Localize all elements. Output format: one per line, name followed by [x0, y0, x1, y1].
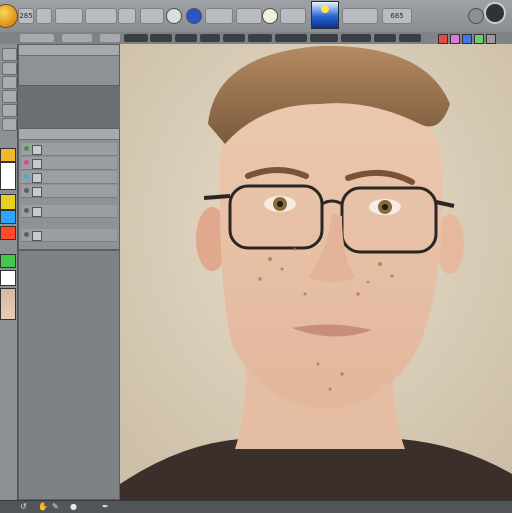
brush-tool-icon[interactable]: [2, 104, 17, 117]
canvas[interactable]: [120, 44, 512, 500]
option-6[interactable]: [175, 34, 197, 42]
option-3[interactable]: [100, 34, 120, 42]
option-13[interactable]: [374, 34, 396, 42]
move-tool-icon[interactable]: [2, 48, 17, 61]
tool-strip: [0, 44, 18, 500]
crop-tool-icon[interactable]: [2, 90, 17, 103]
swatch-cyan[interactable]: [0, 210, 16, 224]
color-chip-pink[interactable]: [450, 34, 460, 44]
option-1[interactable]: [20, 34, 54, 42]
menu-item-9[interactable]: [280, 8, 306, 24]
option-2[interactable]: [62, 34, 92, 42]
layer-row[interactable]: [21, 157, 117, 170]
layer-row[interactable]: [21, 171, 117, 184]
layer-thumbnail: [32, 231, 42, 241]
document-thumbnail[interactable]: [0, 288, 16, 320]
properties-panel-title: [19, 45, 119, 56]
visibility-icon[interactable]: [24, 174, 29, 179]
bulb-icon: [321, 5, 329, 13]
eyedropper-icon[interactable]: ●: [70, 503, 77, 511]
menu-item-1[interactable]: 285: [18, 8, 34, 24]
menu-item-11[interactable]: 685: [382, 8, 412, 24]
option-12[interactable]: [341, 34, 371, 42]
brush-icon[interactable]: ✎: [52, 503, 59, 511]
layer-thumbnail: [32, 207, 42, 217]
foreground-color-swatch[interactable]: [0, 148, 16, 162]
layer-row[interactable]: [21, 143, 117, 156]
status-bar: ↺ ✋ ✎ ● ✒: [0, 500, 512, 513]
active-color-swatch[interactable]: [311, 1, 339, 29]
properties-panel: [18, 44, 120, 86]
eye-icon[interactable]: [262, 8, 278, 24]
menu-item-6[interactable]: [140, 8, 164, 24]
pen-icon[interactable]: ✒: [102, 503, 109, 511]
layers-panel-title: [19, 129, 119, 140]
background-color-swatch[interactable]: [0, 162, 16, 190]
user-avatar-icon[interactable]: [484, 2, 506, 24]
color-chip-gray[interactable]: [486, 34, 496, 44]
menu-item-5[interactable]: [118, 8, 136, 24]
visibility-icon[interactable]: [24, 146, 29, 151]
layer-row[interactable]: [21, 185, 117, 198]
color-chip-green[interactable]: [474, 34, 484, 44]
option-11[interactable]: [310, 34, 338, 42]
visibility-icon[interactable]: [24, 208, 29, 213]
layers-panel: [18, 128, 120, 250]
visibility-icon[interactable]: [24, 160, 29, 165]
color-chip-blue[interactable]: [462, 34, 472, 44]
menu-item-3[interactable]: [55, 8, 83, 24]
layer-thumbnail: [32, 187, 42, 197]
portrait-photo: [120, 44, 512, 500]
layer-thumbnail: [32, 145, 42, 155]
record-icon[interactable]: [166, 8, 182, 24]
app-logo-icon[interactable]: [0, 4, 18, 28]
option-14[interactable]: [399, 34, 421, 42]
lasso-tool-icon[interactable]: [2, 76, 17, 89]
layer-thumbnail: [32, 173, 42, 183]
swatch-white[interactable]: [0, 270, 16, 286]
option-10[interactable]: [275, 34, 307, 42]
layer-row[interactable]: [21, 229, 117, 242]
visibility-icon[interactable]: [24, 188, 29, 193]
visibility-icon[interactable]: [24, 232, 29, 237]
empty-panel: [18, 250, 120, 500]
option-7[interactable]: [200, 34, 220, 42]
menubar: 285 685: [0, 0, 512, 33]
menu-item-7[interactable]: [205, 8, 233, 24]
layer-row[interactable]: [21, 205, 117, 218]
swatch-green[interactable]: [0, 254, 16, 268]
settings-icon[interactable]: [468, 8, 484, 24]
hand-icon[interactable]: ✋: [38, 503, 48, 511]
menu-item-2[interactable]: [36, 8, 52, 24]
menu-item-10[interactable]: [342, 8, 378, 24]
option-4[interactable]: [124, 34, 148, 42]
option-8[interactable]: [223, 34, 245, 42]
color-chip-red[interactable]: [438, 34, 448, 44]
eraser-tool-icon[interactable]: [2, 118, 17, 131]
color-dot-icon[interactable]: [186, 8, 202, 24]
layer-thumbnail: [32, 159, 42, 169]
undo-icon[interactable]: ↺: [20, 503, 27, 511]
swatch-yellow[interactable]: [0, 194, 16, 210]
menu-item-8[interactable]: [236, 8, 262, 24]
swatch-red[interactable]: [0, 226, 16, 240]
option-9[interactable]: [248, 34, 272, 42]
menu-item-4[interactable]: [85, 8, 117, 24]
option-5[interactable]: [150, 34, 172, 42]
select-tool-icon[interactable]: [2, 62, 17, 75]
